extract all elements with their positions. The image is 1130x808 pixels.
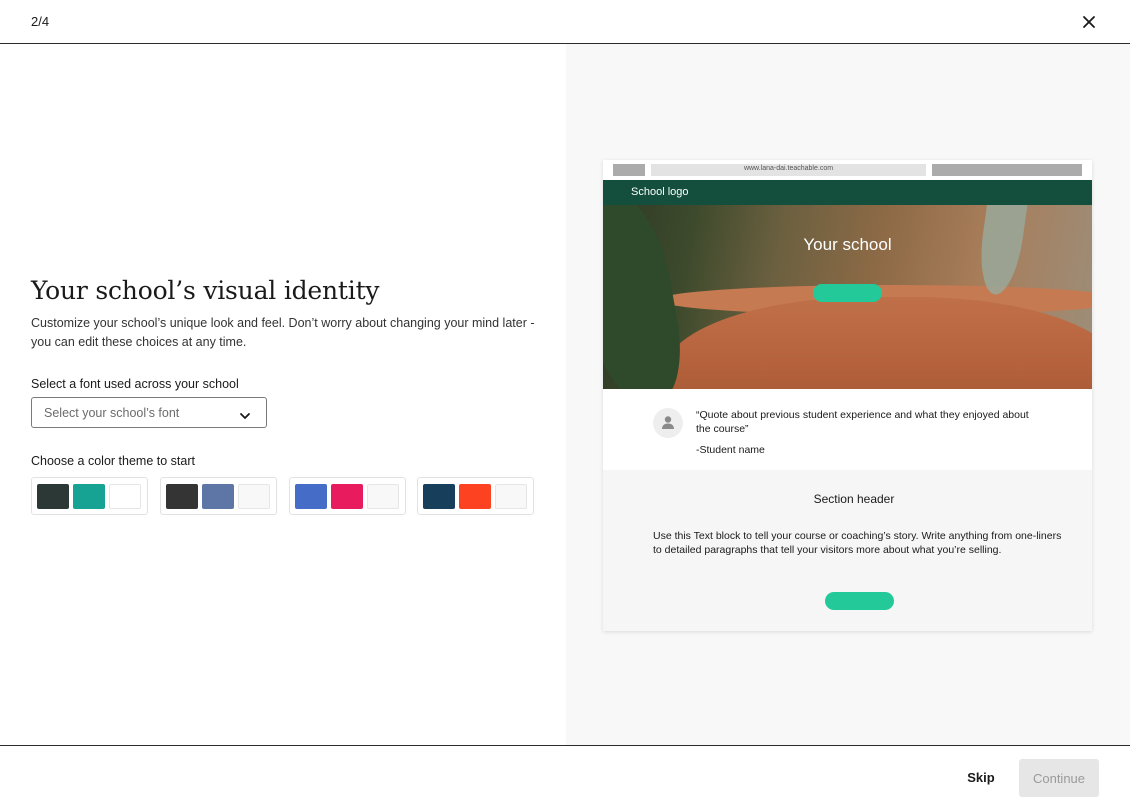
color-theme-option[interactable] bbox=[31, 477, 148, 515]
user-icon bbox=[662, 416, 674, 429]
step-indicator: 2/4 bbox=[31, 14, 50, 29]
onboarding-page: 2/4 Your school’s visual identity Custom… bbox=[0, 0, 1130, 808]
chevron-down-icon bbox=[239, 408, 251, 419]
continue-button[interactable]: Continue bbox=[1019, 759, 1099, 797]
testimonial-block: “Quote about previous student experience… bbox=[603, 389, 1092, 470]
font-select[interactable]: Select your school’s font bbox=[31, 397, 267, 428]
color-swatch bbox=[166, 484, 198, 509]
hero-cta-button bbox=[813, 284, 882, 302]
section-cta-button bbox=[825, 592, 894, 610]
color-swatch bbox=[367, 484, 399, 509]
text-block: Section header Use this Text block to te… bbox=[603, 470, 1092, 631]
color-swatch bbox=[37, 484, 69, 509]
color-swatch bbox=[331, 484, 363, 509]
school-logo: School logo bbox=[631, 186, 689, 198]
color-theme-label: Choose a color theme to start bbox=[31, 454, 195, 468]
color-theme-option[interactable] bbox=[417, 477, 534, 515]
font-select-label: Select a font used across your school bbox=[31, 377, 239, 391]
close-icon[interactable] bbox=[1078, 11, 1100, 33]
hero-image: Your school bbox=[603, 205, 1092, 389]
section-body: Use this Text block to tell your course … bbox=[653, 530, 1062, 556]
browser-controls bbox=[613, 164, 645, 176]
preview-url: www.lana-dai.teachable.com bbox=[743, 165, 834, 172]
skip-button[interactable]: Skip bbox=[955, 759, 1007, 795]
color-swatch bbox=[109, 484, 141, 509]
section-header: Section header bbox=[813, 492, 895, 506]
preview-panel: www.lana-dai.teachable.com School logo Y… bbox=[566, 44, 1130, 745]
color-theme-option[interactable] bbox=[160, 477, 277, 515]
browser-bar: www.lana-dai.teachable.com bbox=[603, 160, 1092, 180]
color-swatch bbox=[459, 484, 491, 509]
color-swatch bbox=[202, 484, 234, 509]
color-swatch bbox=[238, 484, 270, 509]
color-swatch bbox=[423, 484, 455, 509]
site-preview: www.lana-dai.teachable.com School logo Y… bbox=[603, 160, 1092, 631]
page-title: Your school’s visual identity bbox=[31, 276, 380, 305]
color-theme-list bbox=[31, 477, 541, 515]
color-swatch bbox=[495, 484, 527, 509]
preview-navbar: School logo bbox=[603, 180, 1092, 205]
hero-title: Your school bbox=[803, 235, 892, 254]
testimonial-author: -Student name bbox=[696, 444, 765, 456]
avatar bbox=[653, 408, 683, 438]
page-description: Customize your school’s unique look and … bbox=[31, 316, 535, 349]
testimonial-quote: “Quote about previous student experience… bbox=[696, 409, 1029, 435]
browser-actions bbox=[932, 164, 1082, 176]
settings-panel: Your school’s visual identity Customize … bbox=[0, 44, 566, 745]
footer-bar: Skip Continue bbox=[0, 745, 1130, 808]
top-bar: 2/4 bbox=[0, 0, 1130, 44]
color-theme-option[interactable] bbox=[289, 477, 406, 515]
color-swatch bbox=[73, 484, 105, 509]
hero-pot bbox=[663, 297, 1092, 389]
font-select-placeholder: Select your school’s font bbox=[44, 406, 180, 420]
color-swatch bbox=[295, 484, 327, 509]
browser-url-bar: www.lana-dai.teachable.com bbox=[651, 164, 926, 176]
